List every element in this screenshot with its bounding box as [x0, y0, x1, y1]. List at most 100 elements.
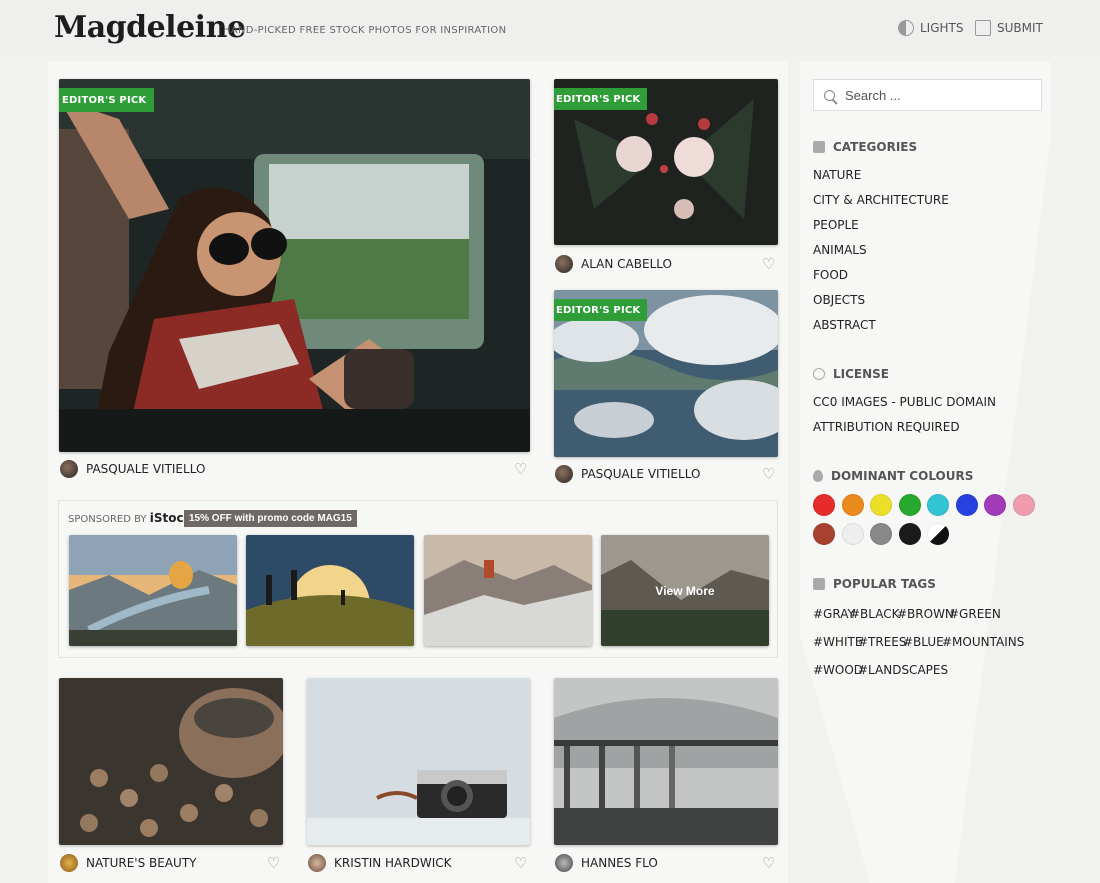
half-circle-icon — [898, 20, 914, 36]
colour-swatch[interactable] — [813, 494, 835, 516]
promo-code-badge[interactable]: 15% OFF with promo code MAG15 — [184, 510, 357, 527]
search-input[interactable] — [843, 86, 1027, 104]
colour-swatch[interactable] — [955, 494, 978, 516]
colour-swatch[interactable] — [870, 523, 892, 545]
category-nature[interactable]: NATURE — [813, 168, 861, 182]
author-link[interactable]: ALAN CABELLO — [555, 255, 672, 273]
photo-image — [69, 535, 237, 646]
photo-image — [424, 535, 592, 646]
author-name: KRISTIN HARDWICK — [334, 856, 452, 870]
heart-icon[interactable]: ♡ — [762, 465, 775, 483]
site-tagline: HAND-PICKED FREE STOCK PHOTOS FOR INSPIR… — [223, 25, 507, 36]
license-heading: LICENSE — [813, 367, 889, 381]
category-city-architecture[interactable]: CITY & ARCHITECTURE — [813, 193, 949, 207]
tag-link[interactable]: #GREEN — [949, 607, 1001, 621]
sponsored-image-mountain-sitter[interactable] — [424, 535, 592, 646]
category-people[interactable]: PEOPLE — [813, 218, 859, 232]
photo-image — [59, 678, 283, 845]
avatar — [555, 255, 573, 273]
category-abstract[interactable]: ABSTRACT — [813, 318, 876, 332]
lights-toggle[interactable]: LIGHTS — [898, 20, 964, 36]
tag-link[interactable]: #BLACK — [850, 607, 900, 621]
categories-heading: CATEGORIES — [813, 140, 917, 154]
author-name: PASQUALE VITIELLO — [86, 462, 206, 476]
sponsored-text: SPONSORED BY — [68, 514, 147, 525]
colour-swatch[interactable] — [898, 494, 921, 516]
photo-bridge-fog[interactable] — [554, 678, 778, 845]
sponsored-label[interactable]: SPONSORED BY iStock — [68, 511, 192, 525]
colours-title: DOMINANT COLOURS — [831, 469, 974, 483]
tag-link[interactable]: #BLUE — [903, 635, 944, 649]
license-attribution[interactable]: ATTRIBUTION REQUIRED — [813, 420, 960, 434]
heart-icon[interactable]: ♡ — [514, 854, 527, 872]
photo-acorns[interactable] — [59, 678, 283, 845]
author-name: ALAN CABELLO — [581, 257, 672, 271]
author-link[interactable]: PASQUALE VITIELLO — [555, 465, 700, 483]
tag-link[interactable]: #LANDSCAPES — [858, 663, 948, 677]
category-objects[interactable]: OBJECTS — [813, 293, 865, 307]
license-cc0[interactable]: CC0 IMAGES - PUBLIC DOMAIN — [813, 395, 996, 409]
photo-camera[interactable] — [307, 678, 530, 845]
avatar — [60, 460, 78, 478]
colour-swatch[interactable] — [813, 523, 835, 545]
author-link[interactable]: NATURE'S BEAUTY — [60, 854, 196, 872]
cc-icon — [813, 368, 825, 380]
colour-swatch[interactable] — [898, 523, 921, 545]
tag-link[interactable]: #GRAY — [813, 607, 855, 621]
photo-aerial-clouds[interactable]: EDITOR'S PICK — [554, 290, 778, 457]
search-box — [813, 79, 1042, 111]
editors-pick-badge: EDITOR'S PICK — [59, 88, 155, 112]
colour-swatch[interactable] — [927, 494, 949, 516]
photo-woman-in-car[interactable]: EDITOR'S PICK — [59, 79, 530, 452]
colour-swatch[interactable] — [927, 523, 949, 545]
editors-pick-badge: EDITOR'S PICK — [554, 299, 648, 321]
colour-swatch[interactable] — [841, 523, 864, 545]
tags-heading: POPULAR TAGS — [813, 577, 936, 591]
heart-icon[interactable]: ♡ — [762, 255, 775, 273]
author-name: NATURE'S BEAUTY — [86, 856, 197, 870]
avatar — [308, 854, 326, 872]
photo-image — [246, 535, 414, 646]
heart-icon[interactable]: ♡ — [267, 854, 280, 872]
sponsored-image-hikers[interactable] — [246, 535, 414, 646]
drop-icon — [813, 470, 823, 482]
sponsored-image-balloon[interactable] — [69, 535, 237, 646]
heart-icon[interactable]: ♡ — [762, 854, 775, 872]
folder-icon — [813, 141, 825, 153]
heart-icon[interactable]: ♡ — [514, 460, 527, 478]
author-link[interactable]: HANNES FLO — [555, 854, 658, 872]
tag-link[interactable]: #WOOD — [813, 663, 863, 677]
tag-link[interactable]: #TREES — [858, 635, 907, 649]
site-logo[interactable]: Magdeleine — [54, 10, 246, 45]
tag-link[interactable]: #BROWN — [897, 607, 954, 621]
submit-button[interactable]: SUBMIT — [975, 20, 1043, 36]
author-name: PASQUALE VITIELLO — [581, 467, 701, 481]
colour-swatch[interactable] — [841, 494, 864, 516]
editors-pick-badge: EDITOR'S PICK — [554, 88, 648, 110]
author-name: HANNES FLO — [581, 856, 658, 870]
upload-icon — [975, 20, 991, 36]
avatar — [60, 854, 78, 872]
colour-swatch[interactable] — [1012, 494, 1035, 516]
avatar — [555, 465, 573, 483]
photo-flowers[interactable]: EDITOR'S PICK — [554, 79, 778, 245]
colours-heading: DOMINANT COLOURS — [813, 469, 973, 483]
avatar — [555, 854, 573, 872]
author-link[interactable]: PASQUALE VITIELLO — [60, 460, 205, 478]
categories-title: CATEGORIES — [833, 140, 918, 154]
tags-title: POPULAR TAGS — [833, 577, 936, 591]
tag-icon — [813, 578, 825, 590]
view-more-label: View More — [601, 535, 769, 646]
tag-link[interactable]: #WHITE — [813, 635, 862, 649]
sponsored-image-view-more[interactable]: View More — [601, 535, 769, 646]
colour-swatch[interactable] — [870, 494, 892, 516]
lights-label: LIGHTS — [920, 21, 964, 35]
photo-image — [307, 678, 530, 845]
author-link[interactable]: KRISTIN HARDWICK — [308, 854, 452, 872]
category-food[interactable]: FOOD — [813, 268, 848, 282]
search-icon[interactable] — [824, 89, 835, 101]
category-animals[interactable]: ANIMALS — [813, 243, 867, 257]
colour-swatch[interactable] — [984, 494, 1006, 516]
tag-link[interactable]: #MOUNTAINS — [942, 635, 1024, 649]
photo-image — [554, 678, 778, 845]
